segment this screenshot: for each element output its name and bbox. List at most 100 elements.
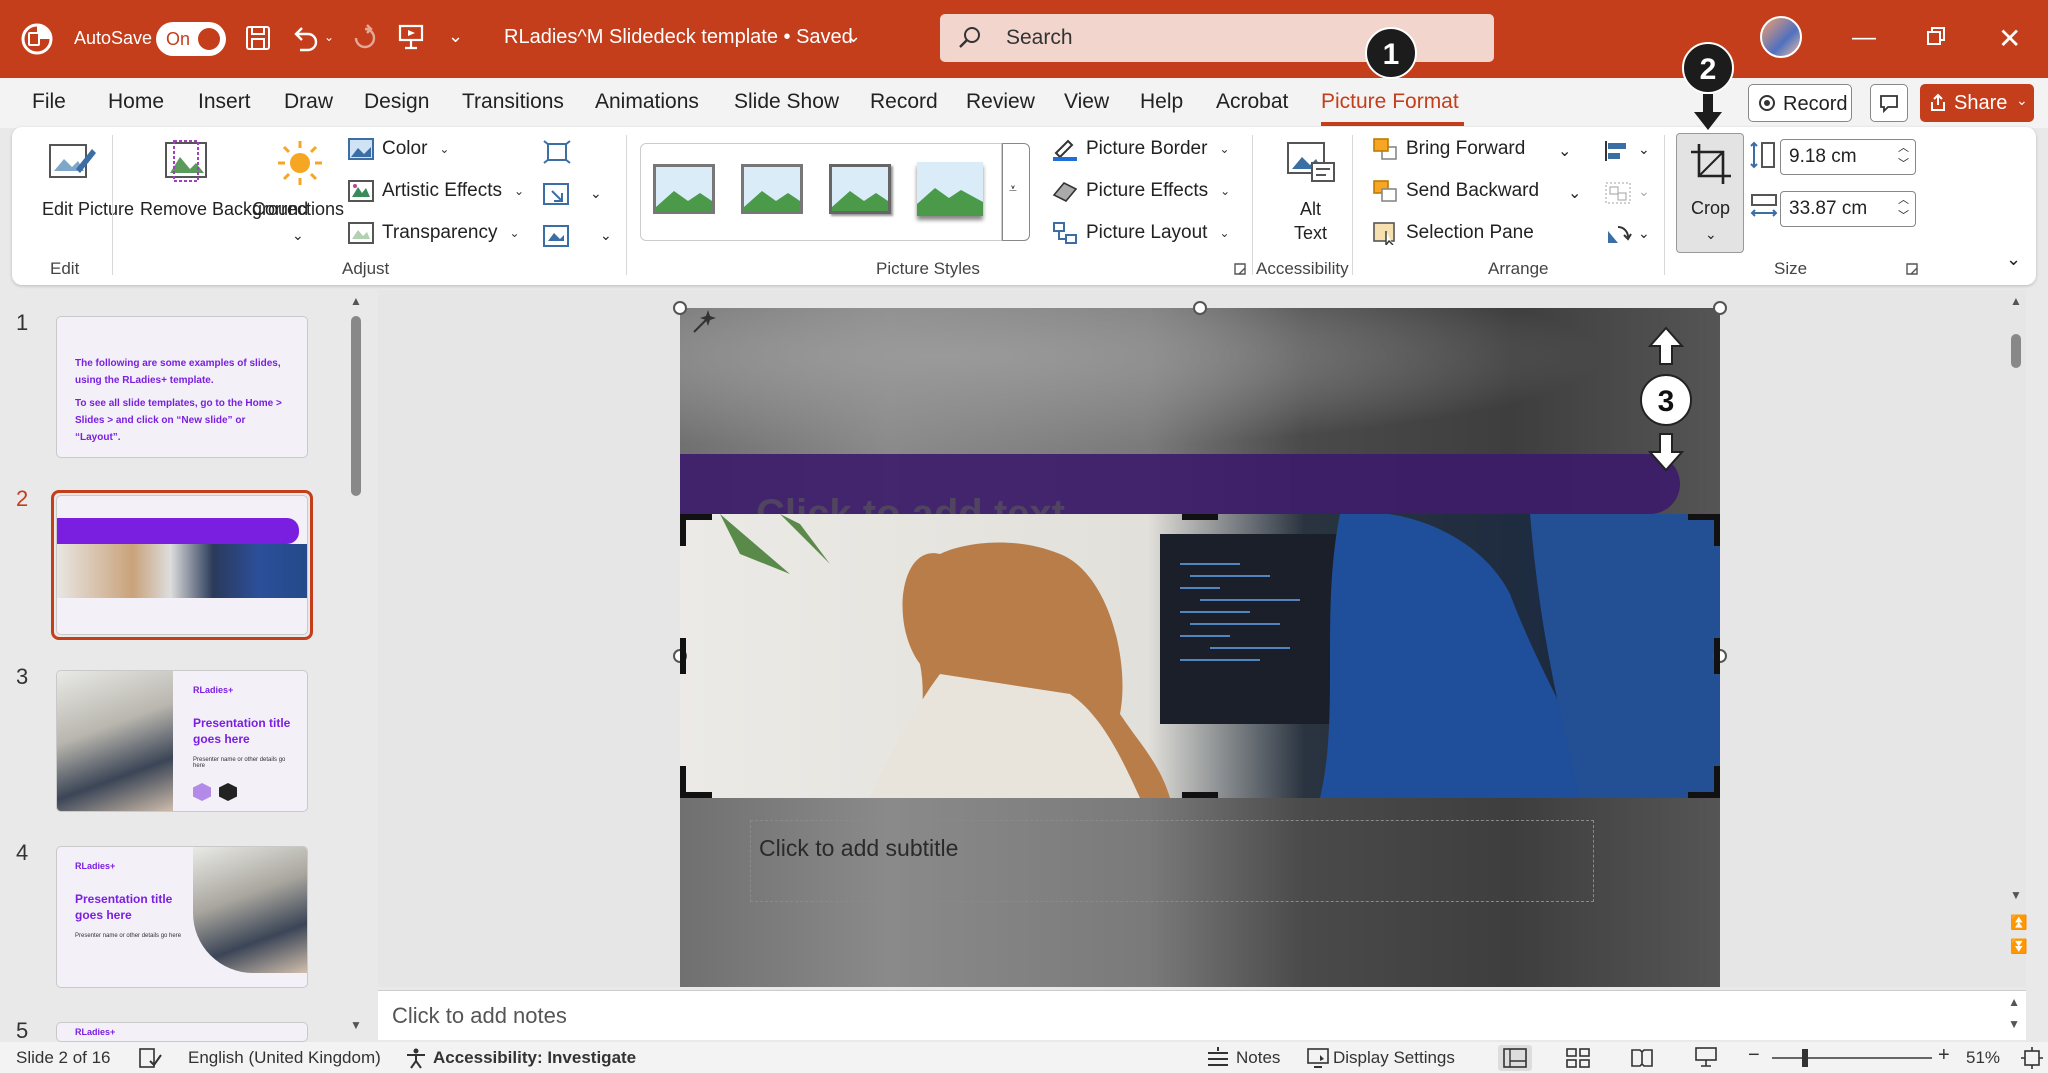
change-picture-icon[interactable] xyxy=(542,181,572,207)
transparency-button[interactable]: Transparency ⌄ xyxy=(348,221,520,245)
group-dropdown-icon[interactable]: ⌄ xyxy=(1638,183,1650,200)
accessibility-status[interactable]: Accessibility: Investigate xyxy=(433,1048,636,1068)
canvas-scrollbar[interactable]: ▲ ▼ ⏫ ⏬ xyxy=(2008,294,2027,984)
record-button[interactable]: Record xyxy=(1748,84,1852,122)
tab-file[interactable]: File xyxy=(32,90,66,114)
scroll-down-icon[interactable]: ▼ xyxy=(350,1018,362,1032)
crop-button[interactable]: Crop ⌄ xyxy=(1676,133,1744,253)
remove-background-button[interactable]: Remove Background xyxy=(124,135,308,253)
scrollbar-thumb[interactable] xyxy=(351,316,361,496)
reset-picture-icon[interactable] xyxy=(542,223,572,249)
document-title[interactable]: RLadies^M Slidedeck template • Saved xyxy=(504,26,853,49)
redo-icon[interactable] xyxy=(350,24,380,52)
picture-style-2[interactable] xyxy=(741,164,803,214)
picture-layout-button[interactable]: Picture Layout ⌄ xyxy=(1052,221,1230,245)
display-settings-icon[interactable] xyxy=(1306,1047,1330,1069)
accessibility-icon[interactable] xyxy=(404,1047,428,1069)
picture-styles-launcher-icon[interactable] xyxy=(1234,263,1246,275)
slide-thumbnail-5[interactable]: RLadies+ xyxy=(56,1022,308,1042)
autosave-toggle[interactable]: On xyxy=(156,22,226,56)
slide-sorter-icon[interactable] xyxy=(1566,1048,1590,1068)
undo-icon[interactable] xyxy=(290,24,320,52)
slide-count[interactable]: Slide 2 of 16 xyxy=(16,1048,111,1068)
tab-view[interactable]: View xyxy=(1064,90,1109,114)
tab-picture-format[interactable]: Picture Format xyxy=(1321,90,1459,114)
resize-handle-top[interactable] xyxy=(1193,301,1207,315)
scroll-up-icon[interactable]: ▲ xyxy=(350,294,362,308)
resize-handle-top-left[interactable] xyxy=(673,301,687,315)
zoom-level[interactable]: 51% xyxy=(1966,1048,2000,1068)
slide-thumbnail-3[interactable]: RLadies+ Presentation title goes here Pr… xyxy=(56,670,308,812)
notes-scroll-down-icon[interactable]: ▼ xyxy=(2008,1017,2020,1031)
zoom-slider-thumb[interactable] xyxy=(1802,1049,1808,1067)
width-input[interactable]: 33.87 cm ︿ ﹀ xyxy=(1780,191,1916,227)
avatar[interactable] xyxy=(1760,16,1802,58)
reset-picture-dropdown-icon[interactable]: ⌄ xyxy=(600,227,612,244)
bring-forward-dropdown-icon[interactable]: ⌄ xyxy=(1558,141,1571,161)
tab-help[interactable]: Help xyxy=(1140,90,1183,114)
previous-slide-icon[interactable]: ⏫ xyxy=(2010,914,2027,931)
notes-icon[interactable] xyxy=(1206,1047,1230,1069)
tab-animations[interactable]: Animations xyxy=(595,90,699,114)
notes-toggle[interactable]: Notes xyxy=(1236,1048,1280,1068)
height-input[interactable]: 9.18 cm ︿ ﹀ xyxy=(1780,139,1916,175)
picture-effects-button[interactable]: Picture Effects ⌄ xyxy=(1052,179,1230,203)
selection-pane-button[interactable]: Selection Pane xyxy=(1372,221,1534,245)
resize-handle-top-right[interactable] xyxy=(1713,301,1727,315)
tab-transitions[interactable]: Transitions xyxy=(462,90,564,114)
tab-record[interactable]: Record xyxy=(870,90,938,114)
normal-view-button[interactable] xyxy=(1498,1045,1532,1071)
reading-view-icon[interactable] xyxy=(1630,1048,1654,1068)
gallery-more-button[interactable]: ⩡ xyxy=(1002,143,1030,241)
close-icon[interactable]: ✕ xyxy=(1998,22,2021,55)
title-dropdown-icon[interactable]: ⌄ xyxy=(846,26,861,47)
bring-forward-button[interactable]: Bring Forward xyxy=(1372,137,1525,161)
picture-style-1[interactable] xyxy=(653,164,715,214)
scroll-up-icon[interactable]: ▲ xyxy=(2010,294,2022,308)
corrections-button[interactable]: Corrections ⌄ xyxy=(244,135,354,253)
picture-style-4[interactable] xyxy=(917,162,983,216)
compress-pictures-icon[interactable] xyxy=(542,139,572,165)
language-indicator[interactable]: English (United Kingdom) xyxy=(188,1048,381,1068)
artistic-effects-button[interactable]: Artistic Effects ⌄ xyxy=(348,179,524,203)
share-button[interactable]: Share ⌄ xyxy=(1920,84,2034,122)
notes-scroll-up-icon[interactable]: ▲ xyxy=(2008,995,2020,1009)
send-backward-dropdown-icon[interactable]: ⌄ xyxy=(1568,183,1581,203)
alt-text-button[interactable]: Alt Text xyxy=(1264,135,1360,253)
designer-sparkle-icon[interactable] xyxy=(690,308,718,336)
crop-handles[interactable] xyxy=(674,508,1726,804)
restore-icon[interactable] xyxy=(1926,26,1946,46)
minimize-icon[interactable]: — xyxy=(1852,24,1876,52)
tab-slide-show[interactable]: Slide Show xyxy=(734,90,839,114)
fit-to-window-icon[interactable] xyxy=(2020,1046,2044,1070)
save-icon[interactable] xyxy=(244,24,272,52)
thumbnail-scrollbar[interactable]: ▲ ▼ xyxy=(348,294,364,1034)
display-settings[interactable]: Display Settings xyxy=(1333,1048,1455,1068)
send-backward-button[interactable]: Send Backward xyxy=(1372,179,1539,203)
slide-thumbnail-2[interactable] xyxy=(56,495,308,635)
next-slide-icon[interactable]: ⏬ xyxy=(2010,938,2027,955)
zoom-slider[interactable] xyxy=(1772,1049,1932,1067)
slide-show-icon[interactable] xyxy=(1694,1046,1718,1068)
size-launcher-icon[interactable] xyxy=(1906,263,1918,275)
change-picture-dropdown-icon[interactable]: ⌄ xyxy=(590,185,602,202)
comments-button[interactable] xyxy=(1870,84,1908,122)
zoom-out-icon[interactable]: − xyxy=(1748,1044,1760,1067)
tab-home[interactable]: Home xyxy=(108,90,164,114)
picture-border-button[interactable]: Picture Border ⌄ xyxy=(1052,137,1230,161)
scroll-down-icon[interactable]: ▼ xyxy=(2010,888,2022,902)
tab-draw[interactable]: Draw xyxy=(284,90,333,114)
picture-style-3[interactable] xyxy=(829,164,891,214)
present-icon[interactable] xyxy=(396,22,426,52)
tab-acrobat[interactable]: Acrobat xyxy=(1216,90,1288,114)
tab-design[interactable]: Design xyxy=(364,90,429,114)
tab-review[interactable]: Review xyxy=(966,90,1035,114)
spelling-check-icon[interactable] xyxy=(138,1047,162,1069)
align-icon[interactable] xyxy=(1604,139,1632,163)
zoom-in-icon[interactable]: + xyxy=(1938,1044,1950,1067)
slide-thumbnail-1[interactable]: The following are some examples of slide… xyxy=(56,316,308,458)
notes-pane[interactable]: Click to add notes ▲ ▼ xyxy=(378,990,2026,1040)
undo-dropdown-icon[interactable]: ⌄ xyxy=(324,30,334,44)
width-spinner-icon[interactable]: ︿ ﹀ xyxy=(1898,192,1909,224)
group-objects-icon[interactable] xyxy=(1604,181,1632,205)
